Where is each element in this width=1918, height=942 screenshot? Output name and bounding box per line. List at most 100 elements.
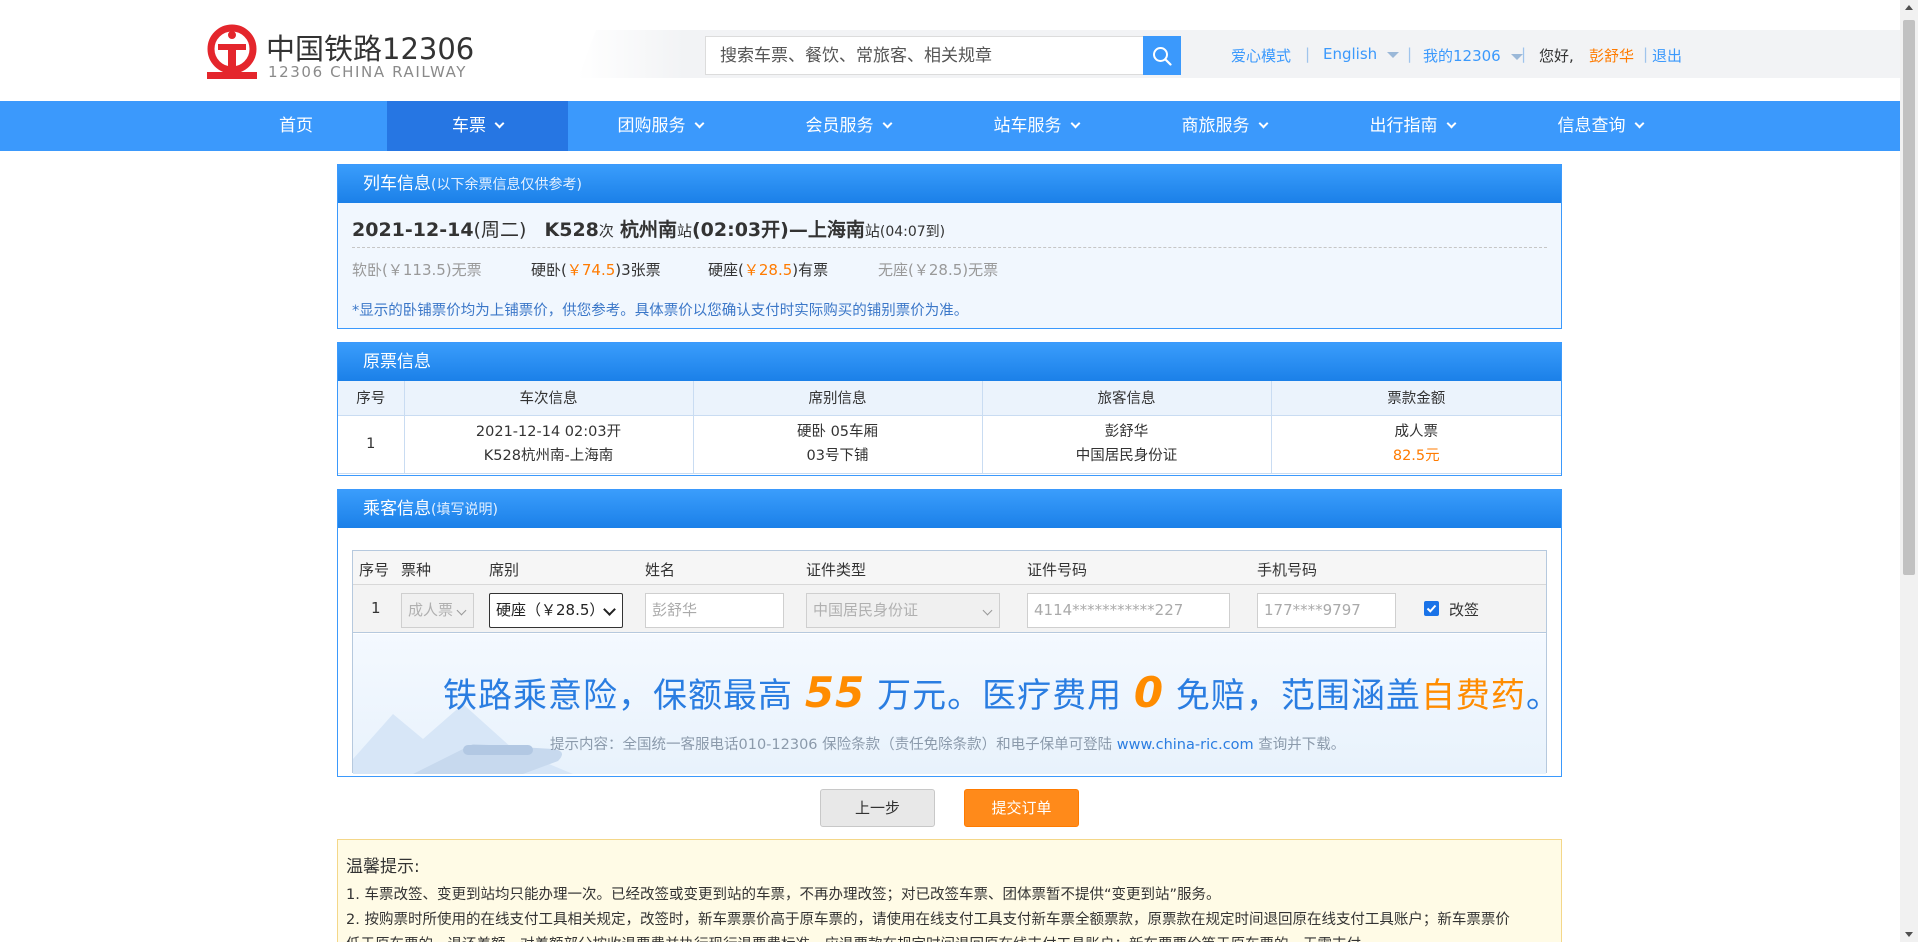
insurance-subtext: 提示内容：全国统一客服电话010-12306 保险条款（责任免除条款）和电子保单… (550, 733, 1345, 754)
col-header: 席别信息 (692, 381, 983, 416)
seat-type-value: 硬座（￥28.5） (496, 601, 605, 619)
col-header: 姓名 (645, 561, 676, 579)
seat-price: (￥113.5) (382, 261, 452, 279)
seat-avail: 3张票 (621, 261, 661, 279)
col-header: 手机号码 (1257, 561, 1318, 579)
headline-zero: 0 (1133, 668, 1165, 717)
row-index: 1 (371, 599, 381, 617)
seat-type-select[interactable]: 硬座（￥28.5） (489, 593, 623, 628)
search-input[interactable] (705, 36, 1143, 75)
train-number: K528 (544, 219, 599, 241)
route-dash: — (788, 219, 808, 241)
id-type-select[interactable]: 中国居民身份证 (806, 593, 1000, 628)
nav-label: 首页 (279, 116, 313, 136)
train-cell: 2021-12-14 02:03开 K528杭州南-上海南 (403, 414, 694, 474)
english-link[interactable]: English (1323, 45, 1400, 63)
nav-item-station[interactable]: 站车服务 (966, 101, 1106, 151)
seat-name: 软卧 (352, 261, 383, 279)
nav-item-guide[interactable]: 出行指南 (1342, 101, 1482, 151)
submit-order-button[interactable]: 提交订单 (964, 789, 1079, 827)
price-note: *显示的卧铺票价均为上铺票价，供您参考。具体票价以您确认支付时实际购买的铺别票价… (352, 303, 969, 319)
seat-price: (￥28.5) (908, 261, 969, 279)
prev-step-button[interactable]: 上一步 (820, 789, 935, 827)
tips-title: 温馨提示: (346, 857, 420, 877)
nav-label: 站车服务 (993, 116, 1062, 136)
nav-label: 会员服务 (805, 116, 874, 136)
train-datetime: 2021-12-14 02:03开 (475, 424, 622, 440)
logout-link[interactable]: 退出 (1652, 45, 1682, 66)
seat-soft-sleeper: 软卧(￥113.5)无票 (352, 259, 482, 280)
vertical-scrollbar[interactable] (1900, 0, 1918, 942)
chevron-down-icon (882, 118, 892, 129)
nav-item-business[interactable]: 商旅服务 (1154, 101, 1294, 151)
username-link[interactable]: 彭舒华 (1589, 45, 1634, 66)
train-ci: 次 (598, 222, 614, 240)
nav-item-group[interactable]: 团购服务 (590, 101, 730, 151)
scroll-down-arrow-icon[interactable] (1905, 932, 1913, 937)
tip-item: 1. 车票改签、变更到站均只能办理一次。已经改签或变更到站的车票，不再办理改签；… (346, 887, 1221, 903)
logo[interactable]: 中国铁路12306 12306 CHINA RAILWAY (204, 22, 474, 82)
scroll-up-arrow-icon[interactable] (1905, 5, 1913, 10)
from-station: 杭州南 (619, 219, 677, 241)
passenger-id-type: 中国居民身份证 (1075, 448, 1178, 464)
id-number-input[interactable]: 4114***********227 (1027, 593, 1230, 628)
seat-no-seat: 无座(￥28.5)无票 (878, 259, 998, 280)
panel-title: 原票信息 (338, 343, 1561, 381)
seat-avail: 有票 (798, 261, 829, 279)
seat-price: ￥74.5 (566, 261, 616, 279)
chevron-down-icon (694, 118, 704, 129)
logo-text-cn: 中国铁路12306 (266, 32, 475, 66)
col-header: 票种 (401, 561, 432, 579)
id-type-value: 中国居民身份证 (813, 601, 919, 619)
table-row: 1 2021-12-14 02:03开 K528杭州南-上海南 硬卧 05车厢 03… (338, 414, 1561, 474)
insurance-link[interactable]: www.china-ric.com (1117, 737, 1254, 753)
col-header: 票款金额 (1270, 381, 1561, 416)
seat-avail: 无票 (451, 261, 482, 279)
separator: | (1521, 45, 1527, 63)
seat-berth: 03号下铺 (806, 448, 869, 464)
caret-down-icon (1387, 51, 1400, 58)
headline-part: 。 (1526, 676, 1546, 716)
train-weekday: (周二) (473, 219, 527, 241)
my12306-link[interactable]: 我的12306 (1423, 45, 1523, 66)
site-header: 中国铁路12306 12306 CHINA RAILWAY 爱心模式 | Eng… (0, 0, 1900, 101)
fare-cell: 成人票 82.5元 (1270, 414, 1561, 474)
passenger-cell: 彭舒华 中国居民身份证 (981, 414, 1272, 474)
nav-item-info[interactable]: 信息查询 (1530, 101, 1670, 151)
col-header: 序号 (359, 561, 390, 579)
care-mode-link[interactable]: 爱心模式 (1231, 45, 1291, 66)
divider (352, 247, 1547, 248)
passenger-row: 1 成人票 硬座（￥28.5） 彭舒华 中国居民身份证 4114********… (353, 585, 1546, 633)
nav-item-member[interactable]: 会员服务 (778, 101, 918, 151)
my12306-label: 我的12306 (1423, 47, 1501, 65)
chevron-down-icon (603, 603, 616, 616)
phone-input[interactable]: 177****9797 (1257, 593, 1396, 628)
tip-item: 低于原车票的，退还差额，对差额部分按收退票费并执行现行退票费标准，应退票款在规定… (346, 933, 1553, 942)
insurance-banner[interactable]: 铁路乘意险，保额最高 55 万元。医疗费用 0 免赔，范围涵盖自费药。 提示内容… (353, 634, 1546, 774)
nav-item-home[interactable]: 首页 (244, 101, 348, 151)
chevron-down-icon (982, 605, 993, 616)
greeting-text: 您好, (1539, 47, 1574, 65)
chevron-down-icon (1070, 118, 1080, 129)
scroll-thumb[interactable] (1903, 20, 1915, 575)
insurance-headline: 铁路乘意险，保额最高 55 万元。医疗费用 0 免赔，范围涵盖自费药。 (443, 668, 1546, 717)
seat-price: ￥28.5 (743, 261, 793, 279)
train-date: 2021-12-14 (352, 219, 474, 241)
change-checkbox[interactable] (1424, 601, 1439, 616)
original-ticket-table: 序号 车次信息 席别信息 旅客信息 票款金额 1 2021-12-14 02:0… (338, 381, 1561, 474)
search-bar (705, 36, 1181, 75)
nav-label: 出行指南 (1369, 116, 1438, 136)
fill-instructions-link[interactable]: (填写说明) (431, 502, 498, 518)
chevron-down-icon (456, 605, 467, 616)
ticket-type-select[interactable]: 成人票 (401, 593, 474, 628)
search-button[interactable] (1143, 36, 1181, 75)
name-input[interactable]: 彭舒华 (645, 593, 784, 628)
train-summary: 2021-12-14(周二) K528次 杭州南站(02:03开)—上海南站(0… (352, 215, 945, 242)
col-header: 旅客信息 (981, 381, 1272, 416)
passenger-panel: 乘客信息(填写说明) 序号 票种 席别 姓名 证件类型 证件号码 手机号码 1 … (337, 489, 1562, 777)
station-suffix: 站 (864, 222, 880, 240)
nav-item-tickets[interactable]: 车票 (387, 101, 568, 151)
change-label: 改签 (1449, 601, 1480, 619)
chevron-down-icon (1258, 118, 1268, 129)
arrive-time: (04:07到) (879, 224, 946, 240)
